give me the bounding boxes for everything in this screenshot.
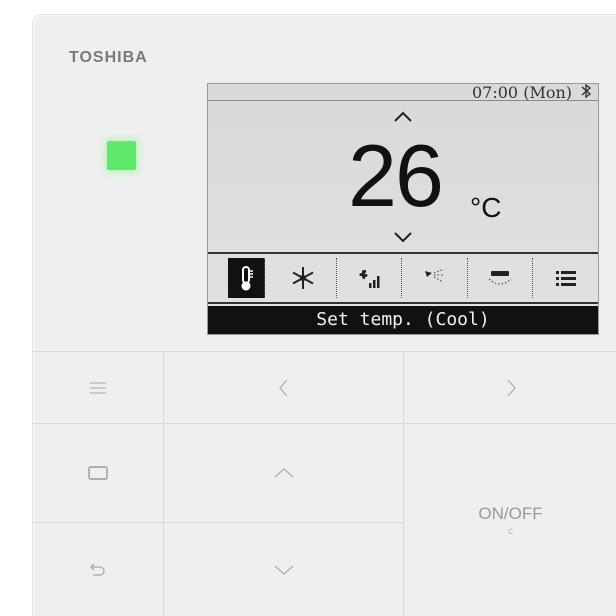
left-button[interactable]	[164, 352, 403, 423]
square-icon	[88, 466, 108, 480]
swing-icon[interactable]	[468, 258, 534, 298]
menu-button[interactable]	[33, 352, 163, 423]
back-button[interactable]	[33, 523, 163, 616]
chevron-right-icon	[507, 379, 516, 396]
temp-down-indicator-icon	[394, 232, 412, 243]
remote-controller-panel: TOSHIBA 07:00 (Mon) 26 °C Set temp. (Coo…	[32, 14, 616, 616]
temp-up-indicator-icon	[394, 111, 412, 122]
chevron-left-icon	[278, 379, 287, 396]
down-button[interactable]	[164, 523, 403, 616]
temperature-unit: °C	[470, 192, 502, 223]
chevron-up-icon	[274, 468, 293, 478]
menu-icon	[90, 381, 106, 394]
power-mark-icon: c	[508, 525, 513, 537]
fan-speed-icon[interactable]	[337, 258, 403, 298]
up-button[interactable]	[164, 424, 403, 522]
louver-icon[interactable]	[402, 258, 468, 298]
lcd-top-bar: 07:00 (Mon)	[208, 83, 598, 103]
power-label: ON/OFF	[478, 503, 543, 523]
clock-readout: 07:00 (Mon)	[472, 83, 572, 102]
lcd-display: 07:00 (Mon) 26 °C Set temp. (Cool)	[207, 83, 599, 335]
brand-logo: TOSHIBA	[69, 49, 148, 66]
status-bar: Set temp. (Cool)	[208, 306, 598, 334]
thermometer-icon[interactable]	[228, 258, 265, 298]
function-icon-bar	[208, 252, 598, 304]
chevron-down-icon	[274, 565, 293, 575]
right-button[interactable]	[404, 352, 616, 423]
back-icon	[90, 563, 105, 576]
list-menu-icon[interactable]	[533, 258, 598, 298]
snowflake-icon[interactable]	[271, 258, 337, 298]
square-button[interactable]	[33, 424, 163, 522]
status-led	[107, 141, 136, 170]
temperature-value: 26	[348, 126, 444, 225]
power-button[interactable]: ON/OFF c	[404, 424, 616, 616]
bluetooth-icon	[580, 84, 592, 103]
